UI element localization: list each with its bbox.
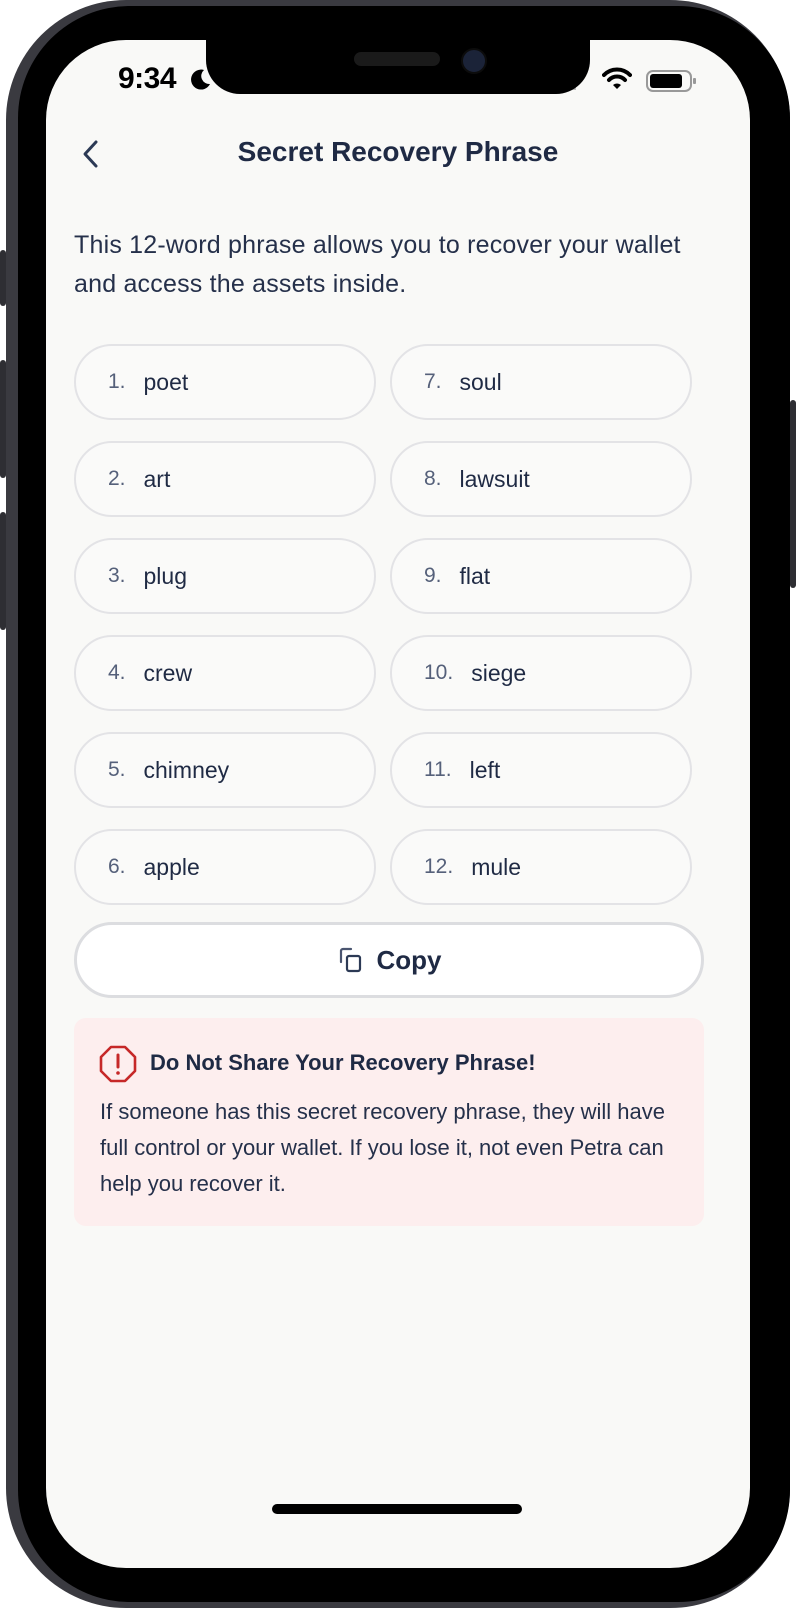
battery-icon <box>646 70 696 92</box>
word-text: poet <box>143 368 189 395</box>
word-text: chimney <box>143 756 230 783</box>
copy-icon <box>339 947 361 973</box>
phrase-word-4: 4. crew <box>74 635 376 711</box>
phrase-word-grid: 1. poet 7. soul 2. art 8. lawsuit 3. plug 9. f… <box>74 344 704 905</box>
word-text: mule <box>471 853 522 880</box>
word-text: plug <box>143 562 187 589</box>
phrase-word-6: 6. apple <box>74 829 376 905</box>
word-index: 2. <box>108 467 126 490</box>
word-index: 4. <box>108 661 126 684</box>
word-text: apple <box>143 853 200 880</box>
word-index: 8. <box>424 467 442 490</box>
device-power-button <box>790 400 796 588</box>
word-index: 5. <box>108 758 126 781</box>
app-screen: 9:34 Secret Recovery Phrase This 12-word… <box>46 40 750 1568</box>
camera-notch <box>206 40 590 94</box>
nav-header: Secret Recovery Phrase <box>46 128 750 178</box>
word-index: 12. <box>424 855 454 878</box>
front-camera <box>461 48 487 74</box>
speaker-grille <box>354 52 440 66</box>
word-text: flat <box>459 562 491 589</box>
phrase-word-11: 11. left <box>390 732 692 808</box>
phrase-word-2: 2. art <box>74 441 376 517</box>
warning-title: Do Not Share Your Recovery Phrase! <box>150 1050 536 1075</box>
device-silent-switch <box>0 250 6 306</box>
word-index: 1. <box>108 370 126 393</box>
copy-button-label: Copy <box>376 944 442 975</box>
alert-octagon-icon <box>99 1045 137 1083</box>
intro-text: This 12-word phrase allows you to recove… <box>74 231 681 298</box>
word-text: crew <box>143 659 193 686</box>
word-index: 7. <box>424 370 442 393</box>
warning-banner: Do Not Share Your Recovery Phrase! If so… <box>74 1018 704 1226</box>
word-text: lawsuit <box>459 465 530 492</box>
copy-button[interactable]: Copy <box>74 922 704 998</box>
word-index: 9. <box>424 564 442 587</box>
phrase-word-8: 8. lawsuit <box>390 441 692 517</box>
phrase-word-3: 3. plug <box>74 538 376 614</box>
warning-body: If someone has this secret recovery phra… <box>100 1099 665 1196</box>
device-volume-down <box>0 512 6 630</box>
page-title: Secret Recovery Phrase <box>237 136 559 167</box>
wifi-icon <box>602 67 632 89</box>
word-text: art <box>143 465 171 492</box>
word-index: 6. <box>108 855 126 878</box>
phrase-word-9: 9. flat <box>390 538 692 614</box>
status-time: 9:34 <box>118 62 177 95</box>
word-index: 10. <box>424 661 454 684</box>
phrase-word-1: 1. poet <box>74 344 376 420</box>
word-index: 3. <box>108 564 126 587</box>
phrase-word-12: 12. mule <box>390 829 692 905</box>
phrase-word-5: 5. chimney <box>74 732 376 808</box>
home-indicator[interactable] <box>272 1504 522 1514</box>
phrase-word-10: 10. siege <box>390 635 692 711</box>
word-index: 11. <box>424 758 452 781</box>
phrase-word-7: 7. soul <box>390 344 692 420</box>
word-text: soul <box>459 368 502 395</box>
device-volume-up <box>0 360 6 478</box>
word-text: left <box>469 756 501 783</box>
word-text: siege <box>471 659 527 686</box>
